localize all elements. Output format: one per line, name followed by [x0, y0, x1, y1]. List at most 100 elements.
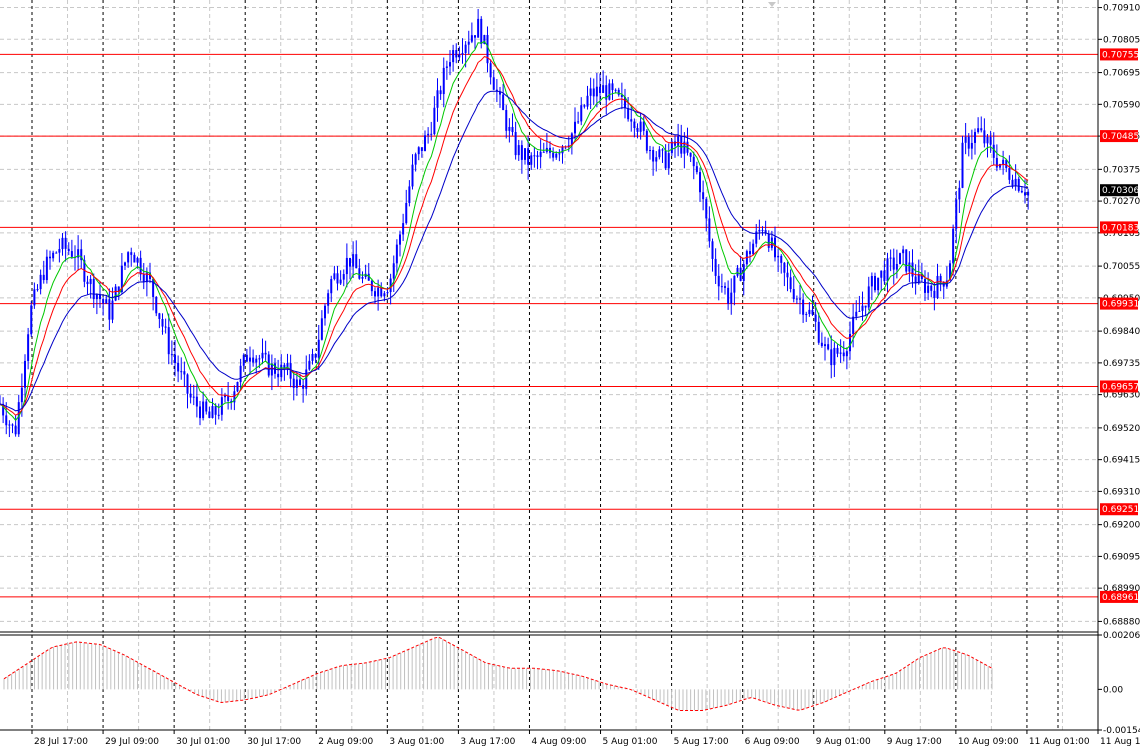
candle-body	[661, 149, 664, 151]
candle-body	[961, 142, 964, 188]
candle-body	[377, 287, 380, 297]
candle-body	[449, 62, 452, 67]
y-tick-label: 0.69310	[1103, 487, 1140, 497]
candle-body	[895, 264, 898, 270]
candle-body	[45, 256, 48, 281]
trading-chart[interactable]: 0.70910 0.70805 0.70695 0.70590 0.70485 0.703…	[0, 0, 1140, 756]
candle-body	[392, 263, 395, 279]
candle-body	[658, 149, 661, 158]
candle-body	[736, 267, 739, 276]
candle-body	[711, 241, 714, 259]
candle-body	[777, 255, 780, 258]
candle-body	[439, 90, 442, 95]
candle-body	[558, 153, 561, 155]
x-tick-label: 5 Aug 01:00	[603, 737, 658, 747]
candle-body	[508, 126, 511, 131]
level-price-label: 0.70755	[1102, 50, 1139, 60]
candle-body	[583, 105, 586, 107]
candle-body	[30, 305, 33, 335]
candle-body	[811, 309, 814, 315]
candle-body	[239, 365, 242, 383]
candle-body	[649, 150, 652, 152]
x-tick-label: 9 Aug 01:00	[816, 737, 871, 747]
candle-body	[245, 354, 248, 362]
candle-body	[342, 274, 345, 280]
level-price-label: 0.70183	[1102, 223, 1139, 233]
candle-body	[995, 157, 998, 168]
candle-body	[802, 299, 805, 315]
candle-body	[11, 424, 14, 426]
candle-body	[142, 274, 145, 283]
candle-body	[889, 257, 892, 259]
candle-body	[1002, 159, 1005, 164]
candle-body	[989, 136, 992, 145]
candle-body	[799, 298, 802, 300]
candle-body	[539, 151, 542, 158]
candle-body	[270, 363, 273, 376]
candle-body	[167, 327, 170, 355]
candle-body	[864, 305, 867, 308]
candle-body	[355, 254, 358, 269]
candle-body	[870, 276, 873, 287]
candle-body	[877, 277, 880, 291]
candle-body	[592, 88, 595, 97]
candle-body	[824, 344, 827, 347]
candle-body	[236, 382, 239, 392]
candle-body	[136, 257, 139, 263]
candle-body	[752, 243, 755, 255]
x-tick-label: 3 Aug 01:00	[389, 737, 444, 747]
x-tick-label: 11 Aug 17:00	[1100, 737, 1140, 747]
candle-body	[908, 262, 911, 272]
candle-body	[880, 270, 883, 278]
candle-body	[633, 121, 636, 129]
candle-body	[639, 121, 642, 132]
candle-body	[405, 202, 408, 224]
candle-body	[795, 298, 798, 300]
candle-body	[1008, 168, 1011, 180]
candle-body	[967, 136, 970, 149]
candle-body	[139, 257, 142, 275]
candle-body	[395, 244, 398, 264]
candle-body	[902, 249, 905, 254]
candle-body	[617, 89, 620, 95]
candle-body	[458, 54, 461, 58]
candle-body	[789, 277, 792, 290]
candle-body	[470, 35, 473, 42]
candle-body	[461, 52, 464, 55]
candle-body	[699, 172, 702, 193]
candle-body	[292, 378, 295, 388]
candle-body	[199, 406, 202, 419]
candle-body	[55, 252, 58, 254]
candle-body	[655, 157, 658, 162]
candle-body	[727, 287, 730, 304]
candle-body	[717, 275, 720, 287]
candle-body	[258, 358, 261, 360]
candle-body	[986, 136, 989, 144]
candle-body	[820, 342, 823, 347]
candle-body	[330, 279, 333, 294]
candle-body	[208, 411, 211, 418]
candle-body	[874, 276, 877, 291]
candle-body	[308, 360, 311, 370]
candle-body	[336, 273, 339, 284]
osc-tick-label: 0.00	[1103, 685, 1123, 695]
candle-body	[695, 166, 698, 173]
candle-body	[280, 364, 283, 378]
level-price-label: 0.69657	[1102, 382, 1139, 392]
x-tick-label: 5 Aug 17:00	[674, 737, 729, 747]
candle-body	[970, 142, 973, 149]
candle-body	[402, 223, 405, 235]
y-tick-label: 0.70270	[1103, 197, 1140, 207]
candle-body	[689, 152, 692, 157]
candle-body	[720, 286, 723, 288]
candle-body	[520, 145, 523, 160]
x-tick-label: 11 Aug 01:00	[1029, 737, 1090, 747]
x-tick-label: 29 Jul 09:00	[105, 737, 159, 747]
candle-body	[49, 256, 52, 259]
candle-body	[155, 297, 158, 314]
candle-body	[214, 406, 217, 415]
candle-body	[414, 154, 417, 165]
candle-body	[95, 294, 98, 300]
candle-body	[255, 358, 258, 363]
candle-body	[5, 415, 8, 426]
